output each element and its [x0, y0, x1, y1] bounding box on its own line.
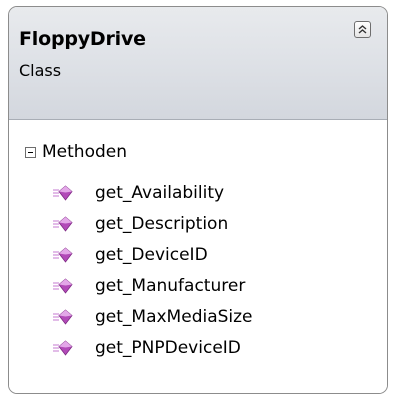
section-title: Methoden — [42, 142, 127, 162]
methods-section-header[interactable]: Methoden — [25, 141, 127, 163]
method-item[interactable]: get_MaxMediaSize — [53, 301, 253, 332]
class-shape[interactable]: FloppyDrive Class Methoden get_Availabil… — [8, 6, 388, 394]
class-header: FloppyDrive Class — [9, 7, 387, 120]
method-icon — [53, 339, 73, 356]
method-item[interactable]: get_DeviceID — [53, 239, 253, 270]
methods-compartment: Methoden get_Availability get_Descriptio… — [9, 120, 387, 393]
class-name: FloppyDrive — [19, 28, 146, 50]
method-list: get_Availability get_Description get_Dev… — [53, 177, 253, 363]
method-label: get_Description — [95, 213, 229, 234]
method-label: get_Availability — [95, 182, 225, 203]
method-label: get_Manufacturer — [95, 275, 246, 296]
method-label: get_PNPDeviceID — [95, 337, 241, 358]
method-icon — [53, 277, 73, 294]
class-kind: Class — [19, 61, 62, 80]
collapse-button[interactable] — [354, 21, 371, 38]
method-icon — [53, 308, 73, 325]
method-icon — [53, 184, 73, 201]
method-item[interactable]: get_Availability — [53, 177, 253, 208]
method-icon — [53, 215, 73, 232]
collapse-toggle-icon[interactable] — [25, 146, 36, 158]
method-item[interactable]: get_PNPDeviceID — [53, 332, 253, 363]
method-item[interactable]: get_Description — [53, 208, 253, 239]
chevron-up-double-icon — [358, 25, 367, 34]
method-item[interactable]: get_Manufacturer — [53, 270, 253, 301]
method-icon — [53, 246, 73, 263]
method-label: get_DeviceID — [95, 244, 208, 265]
method-label: get_MaxMediaSize — [95, 306, 253, 327]
